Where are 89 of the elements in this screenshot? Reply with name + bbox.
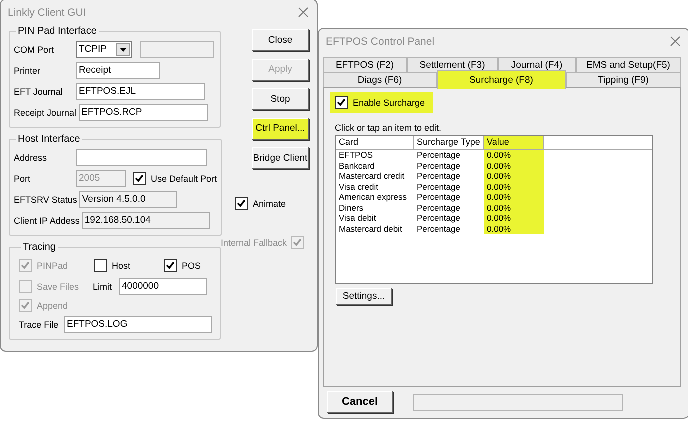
- table-cell: 0.00%: [484, 182, 544, 192]
- table-cell-text: Percentage: [416, 150, 462, 160]
- checkmark-icon: [21, 301, 30, 310]
- tab[interactable]: EFTPOS (F2): [323, 57, 407, 72]
- field-label: Receipt Journal: [14, 108, 78, 118]
- table-cell-text: Percentage: [416, 171, 462, 182]
- input-field[interactable]: EFTPOS.LOG: [64, 316, 212, 333]
- table-cell: 0.00%: [484, 192, 544, 202]
- table-cell-text: Diners: [338, 202, 365, 213]
- table-cell-text: Percentage: [416, 160, 462, 171]
- cancel-button[interactable]: Cancel: [327, 391, 393, 413]
- checkmark-icon: [237, 199, 246, 208]
- dialog-button[interactable]: Ctrl Panel...: [252, 118, 309, 140]
- input-field[interactable]: Version 4.5.0.0: [79, 191, 178, 208]
- dialog-button[interactable]: Bridge Client: [252, 147, 309, 169]
- dialog-button[interactable]: Stop: [252, 88, 309, 110]
- checkbox-label: PINPad: [37, 260, 68, 270]
- table-cell-text: Bankcard: [338, 160, 376, 171]
- checkbox-label: Enable Surcharge: [353, 98, 426, 108]
- table-cell-text: Mastercard credit: [338, 171, 406, 182]
- input-field[interactable]: EFTPOS.EJL: [76, 83, 205, 100]
- column-header[interactable]: Surcharge Type: [414, 136, 484, 150]
- table-cell-text: EFTPOS: [338, 150, 374, 160]
- table-cell: 0.00%: [484, 224, 544, 234]
- field-label: Client IP Addess: [14, 216, 81, 226]
- field-label: EFT Journal: [14, 86, 64, 96]
- tab[interactable]: Tipping (F9): [566, 72, 681, 87]
- table-cell: 0.00%: [484, 171, 544, 182]
- table-cell: 0.00%: [484, 213, 544, 224]
- checkbox-label: Host: [112, 260, 131, 270]
- input-field[interactable]: Receipt: [76, 62, 160, 79]
- table-cell: 0.00%: [484, 160, 544, 171]
- table-cell-text: Percentage: [416, 202, 462, 213]
- column-header[interactable]: Value: [484, 136, 544, 150]
- group-title: PIN Pad Interface: [17, 26, 98, 37]
- input-field[interactable]: 4000000: [119, 278, 207, 295]
- checkbox-label: Animate: [253, 198, 286, 208]
- table-cell-text: Mastercard debit: [338, 224, 404, 234]
- tab[interactable]: Surcharge (F8): [437, 70, 566, 89]
- input-field[interactable]: 192.168.50.104: [82, 212, 210, 229]
- checkmark-icon: [293, 238, 302, 247]
- field-label: Printer: [14, 66, 42, 76]
- checkbox[interactable]: [94, 259, 107, 272]
- checkbox-label: Append: [37, 300, 68, 310]
- table-cell-text: Visa debit: [338, 213, 378, 224]
- field-label: Limit: [93, 282, 114, 292]
- field-label: Address: [14, 152, 48, 162]
- input-field[interactable]: [76, 149, 207, 166]
- group-title: Tracing: [22, 242, 57, 253]
- field-label: COM Port: [14, 44, 56, 54]
- table-cell: 0.00%: [484, 150, 544, 160]
- checkmark-icon: [135, 174, 144, 183]
- close-icon[interactable]: [298, 7, 309, 18]
- window-title: EFTPOS Control Panel: [326, 36, 435, 48]
- table-cell-text: Percentage: [416, 213, 462, 224]
- checkmark-icon: [337, 98, 346, 107]
- table-cell-text: American express: [338, 192, 408, 202]
- checkbox-label: Internal Fallback: [220, 238, 287, 248]
- checkmark-icon: [166, 261, 175, 270]
- instruction-text: Click or tap an item to edit.: [335, 123, 443, 133]
- field-label: Trace File: [19, 320, 60, 330]
- field-label: EFTSRV Status: [14, 194, 78, 204]
- com-port-dropdown[interactable]: TCPIP: [76, 41, 132, 58]
- input-field[interactable]: EFTPOS.RCP: [78, 104, 208, 121]
- checkbox[interactable]: [164, 259, 177, 272]
- table-cell-text: Percentage: [416, 224, 462, 234]
- checkbox-label: POS: [182, 260, 202, 270]
- table-cell-text: Percentage: [416, 182, 462, 192]
- tab[interactable]: Settlement (F3): [407, 57, 498, 72]
- group-title: Host Interface: [17, 134, 82, 145]
- checkbox[interactable]: [133, 172, 146, 185]
- table-cell-text: Percentage: [416, 192, 462, 202]
- checkmark-icon: [21, 261, 30, 270]
- caret-icon: [120, 48, 126, 52]
- settings-button[interactable]: Settings...: [336, 288, 392, 305]
- checkbox-label: Use Default Port: [151, 174, 218, 184]
- tab[interactable]: EMS and Setup(F5): [576, 57, 681, 72]
- tab[interactable]: Diags (F6): [323, 72, 437, 87]
- checkbox-label: Save Files: [37, 282, 80, 292]
- field-label: Port: [14, 174, 32, 184]
- window-title: Linkly Client GUI: [8, 6, 86, 18]
- table-cell: 0.00%: [484, 202, 544, 213]
- column-header[interactable]: Card: [336, 136, 414, 150]
- surcharge-list[interactable]: [335, 135, 653, 284]
- checkbox[interactable]: [235, 197, 248, 210]
- dialog-button[interactable]: Close: [252, 29, 309, 51]
- table-cell-text: Visa credit: [338, 182, 380, 192]
- close-icon[interactable]: [670, 36, 681, 47]
- checkbox[interactable]: [335, 96, 348, 109]
